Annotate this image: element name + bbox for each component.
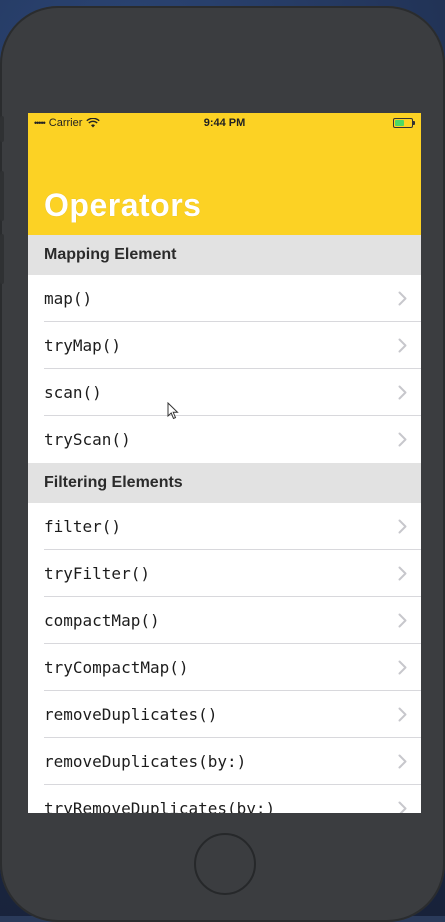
list-item-label: tryMap()	[44, 336, 122, 355]
status-bar: ••••• Carrier 9:44 PM	[28, 113, 421, 133]
home-button[interactable]	[194, 833, 256, 895]
page-title: Operators	[44, 187, 202, 223]
list-item-label: tryCompactMap()	[44, 658, 189, 677]
chevron-right-icon	[398, 566, 407, 581]
list-item[interactable]: compactMap()	[28, 597, 421, 644]
list-item[interactable]: removeDuplicates()	[28, 691, 421, 738]
chevron-right-icon	[398, 432, 407, 447]
list-item-label: removeDuplicates()	[44, 705, 218, 724]
list-item-label: map()	[44, 289, 93, 308]
mouse-cursor-icon	[167, 402, 179, 420]
volume-down-button	[0, 234, 4, 284]
list-item-label: tryScan()	[44, 430, 131, 449]
list-item-label: scan()	[44, 383, 102, 402]
list-item-label: tryFilter()	[44, 564, 150, 583]
volume-up-button	[0, 171, 4, 221]
chevron-right-icon	[398, 660, 407, 675]
list-item-label: compactMap()	[44, 611, 160, 630]
chevron-right-icon	[398, 519, 407, 534]
list-item[interactable]: tryMap()	[28, 322, 421, 369]
list-item[interactable]: tryScan()	[28, 416, 421, 463]
list-item[interactable]: filter()	[28, 503, 421, 550]
list-item-label: removeDuplicates(by:)	[44, 752, 247, 771]
list-item-label: filter()	[44, 517, 122, 536]
chevron-right-icon	[398, 385, 407, 400]
list-item[interactable]: scan()	[28, 369, 421, 416]
mute-switch	[0, 116, 4, 142]
chevron-right-icon	[398, 291, 407, 306]
chevron-right-icon	[398, 613, 407, 628]
section-header-filtering: Filtering Elements	[28, 463, 421, 503]
section-header-mapping: Mapping Element	[28, 235, 421, 275]
list-item[interactable]: tryRemoveDuplicates(by:)	[28, 785, 421, 813]
list-item[interactable]: removeDuplicates(by:)	[28, 738, 421, 785]
chevron-right-icon	[398, 707, 407, 722]
navigation-bar: ••••• Carrier 9:44 PM Operators	[28, 113, 421, 235]
list-item[interactable]: map()	[28, 275, 421, 322]
chevron-right-icon	[398, 801, 407, 813]
status-time: 9:44 PM	[203, 117, 246, 129]
list-item[interactable]: tryCompactMap()	[28, 644, 421, 691]
chevron-right-icon	[398, 754, 407, 769]
battery-icon	[393, 118, 415, 128]
list-item[interactable]: tryFilter()	[28, 550, 421, 597]
list-item-label: tryRemoveDuplicates(by:)	[44, 799, 276, 813]
chevron-right-icon	[398, 338, 407, 353]
app-screen: ••••• Carrier 9:44 PM Operators Mapping …	[28, 113, 421, 813]
